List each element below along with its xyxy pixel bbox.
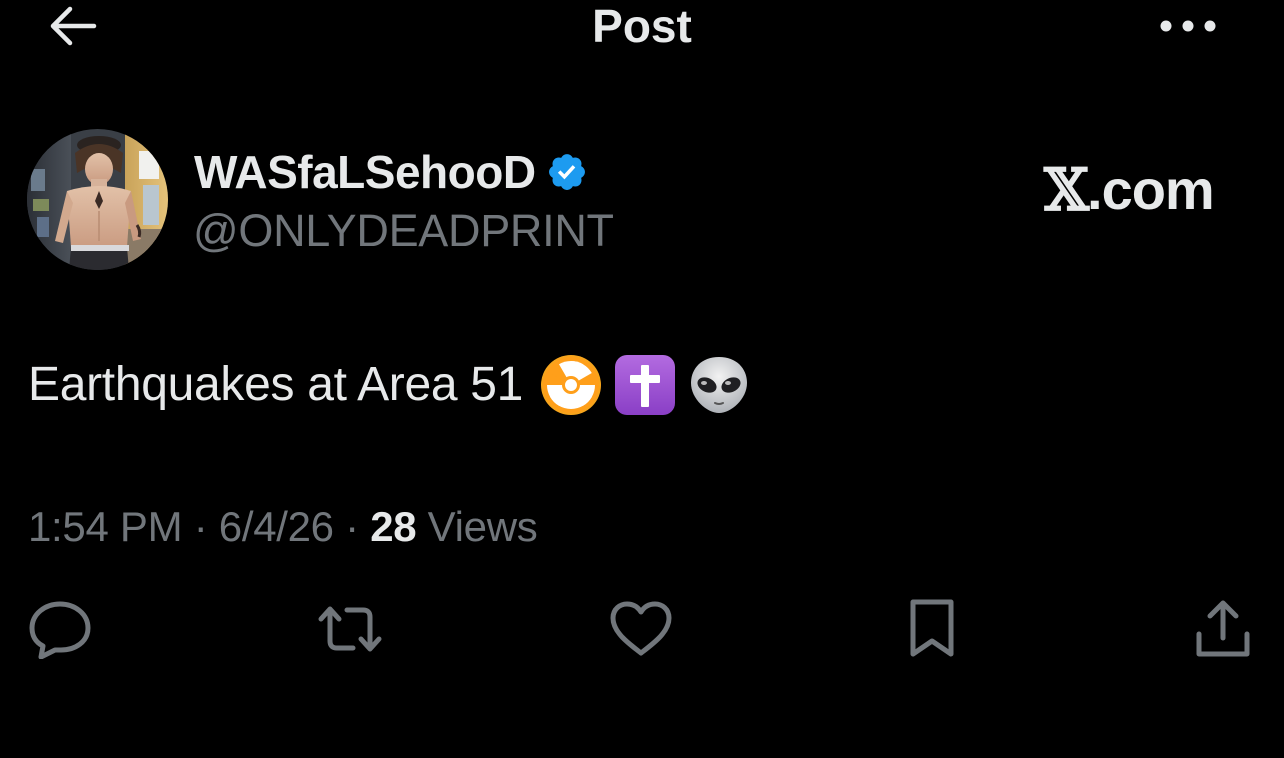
bookmark-button[interactable] [897,596,967,662]
latin-cross-emoji [615,355,676,415]
post-body: Earthquakes at Area 51 [28,350,751,420]
share-button[interactable] [1188,596,1258,662]
meta-separator: · [333,503,371,550]
heart-icon [610,601,672,656]
share-icon [1196,600,1250,657]
views-count: 28 [370,503,417,550]
author-handle[interactable]: @ONLYDEADPRINT [193,204,614,258]
back-button[interactable] [40,0,104,52]
x-com-watermark: 𝕏 .com [1044,156,1215,224]
post-metadata: 1:54 PM · 6/4/26 · 28 Views [28,500,538,554]
author-name-row: WASfaLSehooD [194,146,588,198]
post-text: Earthquakes at Area 51 [28,358,524,411]
author-display-name[interactable]: WASfaLSehooD [194,145,536,199]
repost-icon [318,606,382,652]
watermark-domain: .com [1087,158,1215,221]
views-label: Views [416,503,538,550]
post-date[interactable]: 6/4/26 [219,500,334,554]
bookmark-icon [910,599,954,657]
avatar[interactable] [27,129,168,270]
repost-button[interactable] [315,596,385,662]
more-horizontal-icon [1160,20,1216,32]
x-logo-icon: 𝕏 [1044,156,1089,224]
reply-icon [29,601,91,659]
verified-badge-icon [548,154,585,190]
arrow-left-icon [50,6,97,46]
page-title: Post [592,0,692,52]
like-button[interactable] [606,596,676,662]
alien-emoji [691,357,748,413]
radioactive-emoji [541,355,602,415]
reply-button[interactable] [25,596,95,662]
more-options-button[interactable] [1150,4,1226,48]
meta-separator: · [182,503,219,550]
avatar-image [27,129,168,270]
post-time: 1:54 PM [28,503,183,550]
